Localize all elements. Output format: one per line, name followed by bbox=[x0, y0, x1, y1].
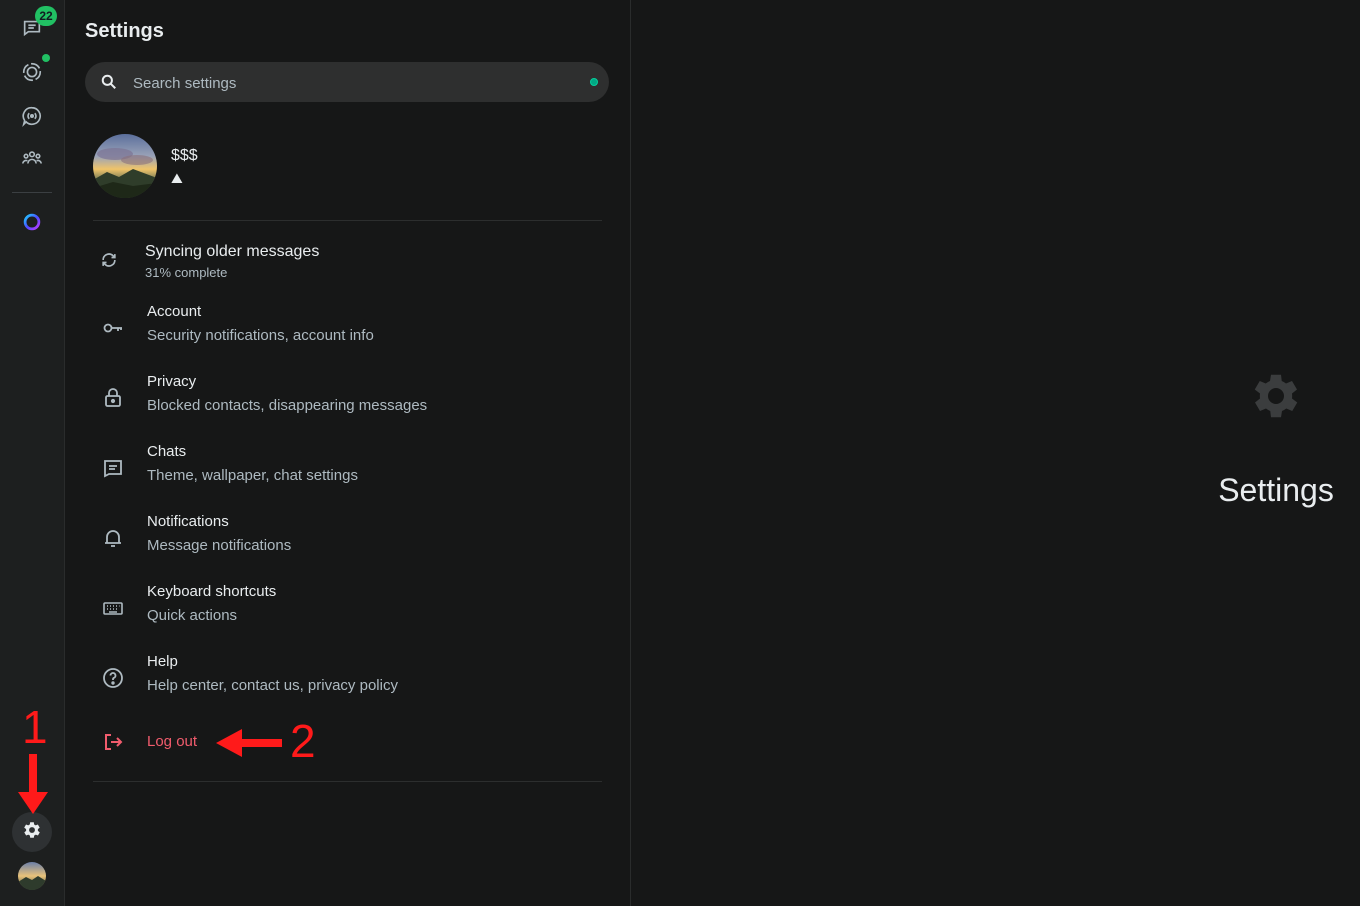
status-icon bbox=[21, 61, 43, 88]
settings-button[interactable] bbox=[12, 812, 52, 852]
page-title: Settings bbox=[85, 20, 164, 42]
settings-item-title: Keyboard shortcuts bbox=[147, 583, 277, 600]
channels-button[interactable] bbox=[12, 98, 52, 138]
settings-item-title: Privacy bbox=[147, 373, 197, 390]
profile-avatar-small[interactable] bbox=[18, 862, 46, 890]
settings-item-title: Chats bbox=[147, 443, 187, 460]
status-dot bbox=[42, 54, 50, 62]
settings-item-subtitle: Theme, wallpaper, chat settings bbox=[147, 467, 358, 484]
search-input[interactable] bbox=[131, 62, 575, 104]
bell-icon bbox=[101, 526, 125, 550]
empty-state-title: Settings bbox=[1218, 472, 1334, 508]
logout-icon bbox=[101, 730, 125, 754]
annotation-step-2: 2 bbox=[290, 715, 316, 767]
settings-item-subtitle: Blocked contacts, disappearing messages bbox=[147, 397, 428, 414]
unread-badge: 22 bbox=[35, 6, 57, 26]
sync-status: Syncing older messages 31% complete bbox=[93, 234, 602, 284]
chat-icon bbox=[101, 456, 125, 480]
settings-item-subtitle: Security notifications, account info bbox=[147, 327, 374, 344]
sync-icon bbox=[99, 250, 119, 270]
logout-label: Log out bbox=[147, 733, 198, 750]
annotation-arrow-left bbox=[216, 729, 282, 757]
annotation-step-1: 1 bbox=[22, 701, 48, 753]
communities-icon bbox=[21, 147, 43, 174]
settings-item-help[interactable]: Help Help center, contact us, privacy pol… bbox=[93, 646, 602, 706]
channels-icon bbox=[21, 105, 43, 132]
settings-item-privacy[interactable]: Privacy Blocked contacts, disappearing me… bbox=[93, 366, 602, 426]
key-icon bbox=[101, 316, 125, 340]
settings-item-account[interactable]: Account Security notifications, account i… bbox=[93, 296, 602, 356]
sync-progress: 31% complete bbox=[145, 265, 228, 280]
settings-item-title: Notifications bbox=[147, 513, 229, 530]
profile-name: $$$ bbox=[171, 147, 198, 164]
settings-item-title: Help bbox=[147, 653, 178, 670]
settings-item-subtitle: Message notifications bbox=[147, 537, 292, 554]
settings-item-subtitle: Quick actions bbox=[147, 607, 238, 624]
settings-panel: Settings $$$ ⛰ Syncing older messages 31… bbox=[65, 0, 631, 906]
settings-item-title: Account bbox=[147, 303, 202, 320]
rail-divider bbox=[12, 192, 52, 193]
communities-button[interactable] bbox=[12, 140, 52, 180]
settings-item-chats[interactable]: Chats Theme, wallpaper, chat settings bbox=[93, 436, 602, 496]
settings-item-notifications[interactable]: Notifications Message notifications bbox=[93, 506, 602, 566]
profile-card[interactable]: $$$ ⛰ bbox=[93, 134, 613, 198]
search-icon bbox=[99, 72, 119, 92]
divider bbox=[93, 781, 602, 782]
lock-icon bbox=[101, 386, 125, 410]
search-bar[interactable] bbox=[85, 62, 609, 104]
profile-avatar bbox=[93, 134, 157, 198]
gear-icon bbox=[21, 819, 43, 846]
help-icon bbox=[101, 666, 125, 690]
meta-ai-icon bbox=[21, 211, 43, 238]
logout-button[interactable]: Log out bbox=[93, 722, 602, 762]
profile-about: ⛰ bbox=[171, 170, 183, 186]
annotation-arrow-down bbox=[18, 754, 48, 814]
keyboard-icon bbox=[101, 596, 125, 620]
settings-item-keyboard-shortcuts[interactable]: Keyboard shortcuts Quick actions bbox=[93, 576, 602, 636]
gear-icon bbox=[1246, 366, 1306, 426]
status-indicator-dot bbox=[590, 78, 598, 86]
divider bbox=[93, 220, 602, 221]
meta-ai-button[interactable] bbox=[12, 204, 52, 244]
sync-title: Syncing older messages bbox=[145, 243, 320, 260]
settings-item-subtitle: Help center, contact us, privacy policy bbox=[147, 677, 398, 694]
